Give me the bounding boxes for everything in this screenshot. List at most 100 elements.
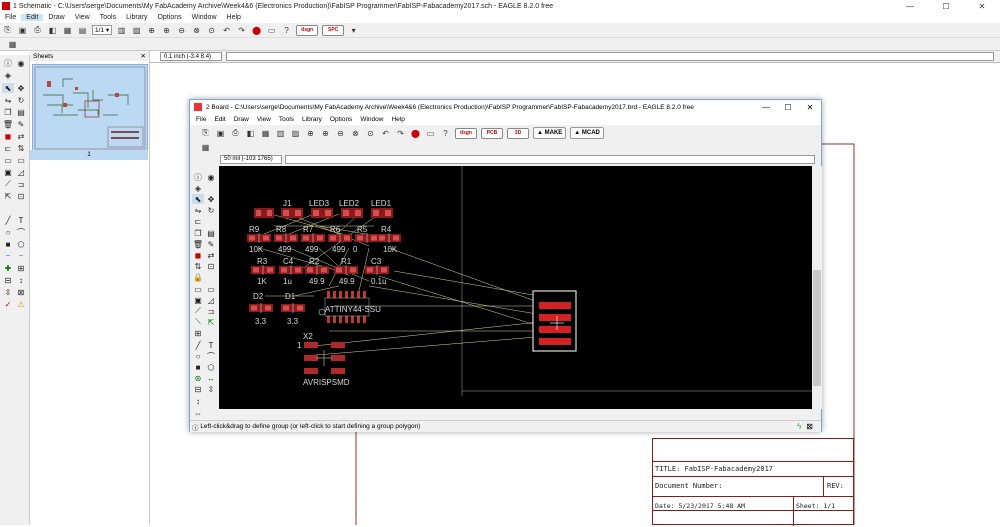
sheet-thumbnail[interactable]: [32, 64, 148, 160]
menu-window[interactable]: Window: [187, 14, 222, 21]
chevron-down-icon[interactable]: ▾: [347, 24, 360, 36]
menu-options[interactable]: Options: [152, 14, 186, 21]
board-layers-icon[interactable]: ◈: [192, 183, 204, 193]
board-optimize-icon[interactable]: ⊐: [205, 306, 217, 316]
maximize-button[interactable]: ☐: [928, 0, 964, 12]
lightning-icon[interactable]: ϟ: [797, 422, 801, 431]
board-zoom-redraw-icon[interactable]: ⊗: [349, 127, 362, 139]
polygon-icon[interactable]: ⬠: [15, 239, 27, 249]
circle-icon[interactable]: ○: [2, 227, 14, 237]
board-close-button[interactable]: ✕: [799, 100, 821, 114]
board-stop-icon[interactable]: ⬤: [409, 127, 422, 139]
board-eye-icon[interactable]: ◉: [205, 172, 217, 182]
board-info-icon[interactable]: ⓘ: [192, 172, 204, 182]
invoke-icon[interactable]: ⊐: [15, 179, 27, 189]
grid-icon[interactable]: ▦: [6, 38, 19, 50]
menu-help[interactable]: Help: [222, 14, 246, 21]
pinswap-icon[interactable]: ⇅: [15, 143, 27, 153]
board-horizontal-scrollbar[interactable]: [219, 409, 812, 417]
board-select-icon[interactable]: ⬉: [192, 194, 204, 204]
board-signal-icon[interactable]: ↔: [205, 373, 217, 383]
board-via-icon[interactable]: ⊛: [192, 373, 204, 383]
board-menu-view[interactable]: View: [253, 116, 275, 123]
board-help-icon[interactable]: ?: [439, 127, 452, 139]
zoom-fit-icon[interactable]: ⊕: [145, 24, 158, 36]
board-zoom-out-icon[interactable]: ⊖: [334, 127, 347, 139]
board-redo-icon[interactable]: ↷: [394, 127, 407, 139]
board-paste-icon[interactable]: ▤: [205, 228, 217, 238]
sheet-icon[interactable]: ▤: [76, 24, 89, 36]
frame-icon[interactable]: ⇳: [2, 287, 14, 297]
design-link-button[interactable]: dsgn: [296, 24, 319, 36]
board-delete-icon[interactable]: 🗑: [192, 239, 204, 249]
board-zoom-in-icon[interactable]: ⊕: [319, 127, 332, 139]
board-command-input[interactable]: [285, 154, 815, 164]
board-add-icon[interactable]: ◼: [192, 250, 204, 260]
board-go-icon[interactable]: ▭: [424, 127, 437, 139]
board-ripup-icon[interactable]: ⇱: [205, 317, 217, 327]
print-icon[interactable]: ⎙: [31, 24, 44, 36]
delete-icon[interactable]: 🗑: [2, 119, 14, 129]
board-minimize-button[interactable]: —: [755, 100, 777, 114]
value-icon[interactable]: ▭: [15, 155, 27, 165]
rect-icon[interactable]: ■: [2, 239, 14, 249]
board-line-icon[interactable]: ╱: [192, 340, 204, 350]
board-text-icon[interactable]: T: [205, 340, 217, 350]
sheet-select[interactable]: 1/1 ▾: [92, 25, 113, 35]
board-menu-file[interactable]: File: [192, 116, 210, 123]
close-icon[interactable]: ✕: [141, 52, 146, 60]
line-icon[interactable]: ╱: [2, 215, 14, 225]
board-menu-draw[interactable]: Draw: [230, 116, 253, 123]
board-split-icon[interactable]: ⟋: [192, 306, 204, 316]
board-move-icon[interactable]: ✥: [205, 194, 217, 204]
net-icon[interactable]: ⎯: [15, 251, 27, 261]
board-zoom-fit-icon[interactable]: ⊕: [304, 127, 317, 139]
save-icon[interactable]: ▣: [16, 24, 29, 36]
board-rect-icon[interactable]: ■: [192, 362, 204, 372]
command-help-icon[interactable]: ⊠: [806, 422, 813, 431]
undo-icon[interactable]: ↶: [220, 24, 233, 36]
modules-icon[interactable]: ⊠: [15, 287, 27, 297]
board-lock2-icon[interactable]: 🔒: [192, 272, 204, 282]
ripup-icon[interactable]: ⊡: [15, 191, 27, 201]
board-polygon-icon[interactable]: ⬠: [205, 362, 217, 372]
help-icon[interactable]: ?: [280, 24, 293, 36]
command-input[interactable]: [226, 52, 994, 61]
ulp-spice-button[interactable]: SPC: [322, 24, 345, 36]
board-icon[interactable]: ▦: [61, 24, 74, 36]
make-button[interactable]: ▲ MAKE: [533, 127, 567, 139]
minimize-button[interactable]: —: [892, 0, 928, 12]
close-button[interactable]: ✕: [964, 0, 1000, 12]
info-icon[interactable]: ⓘ: [2, 58, 14, 68]
bus-icon[interactable]: ⎯: [2, 251, 14, 261]
dimension-icon[interactable]: ↕: [15, 275, 27, 285]
split-icon[interactable]: ⟋: [2, 179, 14, 189]
board-canvas[interactable]: J1 LED3 LED2 LED1 R9 R8 R7 R6 R5 R4 10K …: [219, 166, 812, 409]
cam-icon[interactable]: ◧: [46, 24, 59, 36]
menu-file[interactable]: File: [0, 14, 21, 21]
mirror-icon[interactable]: ⇋: [2, 95, 14, 105]
board-miter-icon[interactable]: ◿: [205, 295, 217, 305]
board-script-icon[interactable]: ▥: [274, 127, 287, 139]
board-drc-icon[interactable]: ↕: [192, 396, 204, 406]
board-menu-options[interactable]: Options: [326, 116, 356, 123]
stop-icon[interactable]: ⬤: [250, 24, 263, 36]
menu-tools[interactable]: Tools: [95, 14, 121, 21]
zoom-select-icon[interactable]: ⊙: [205, 24, 218, 36]
board-zoom-select-icon[interactable]: ⊙: [364, 127, 377, 139]
board-ratsnest-icon[interactable]: ⇳: [205, 384, 217, 394]
redo-icon[interactable]: ↷: [235, 24, 248, 36]
board-3d-button[interactable]: 3D: [507, 127, 529, 139]
board-design-link-button[interactable]: dsgn: [455, 127, 477, 139]
board-menu-help[interactable]: Help: [387, 116, 408, 123]
paste-icon[interactable]: ▤: [15, 107, 27, 117]
menu-edit[interactable]: Edit: [21, 14, 44, 21]
board-arc-icon[interactable]: ⌒: [205, 351, 217, 361]
board-name-icon[interactable]: ▭: [192, 284, 204, 294]
move-icon[interactable]: ✥: [15, 83, 27, 93]
board-route-icon[interactable]: ⟍: [192, 317, 204, 327]
mcad-button[interactable]: ▲ MCAD: [570, 127, 604, 139]
script-icon[interactable]: ▥: [115, 24, 128, 36]
board-align-icon[interactable]: ⊏: [192, 216, 204, 226]
text-icon[interactable]: T: [15, 215, 27, 225]
